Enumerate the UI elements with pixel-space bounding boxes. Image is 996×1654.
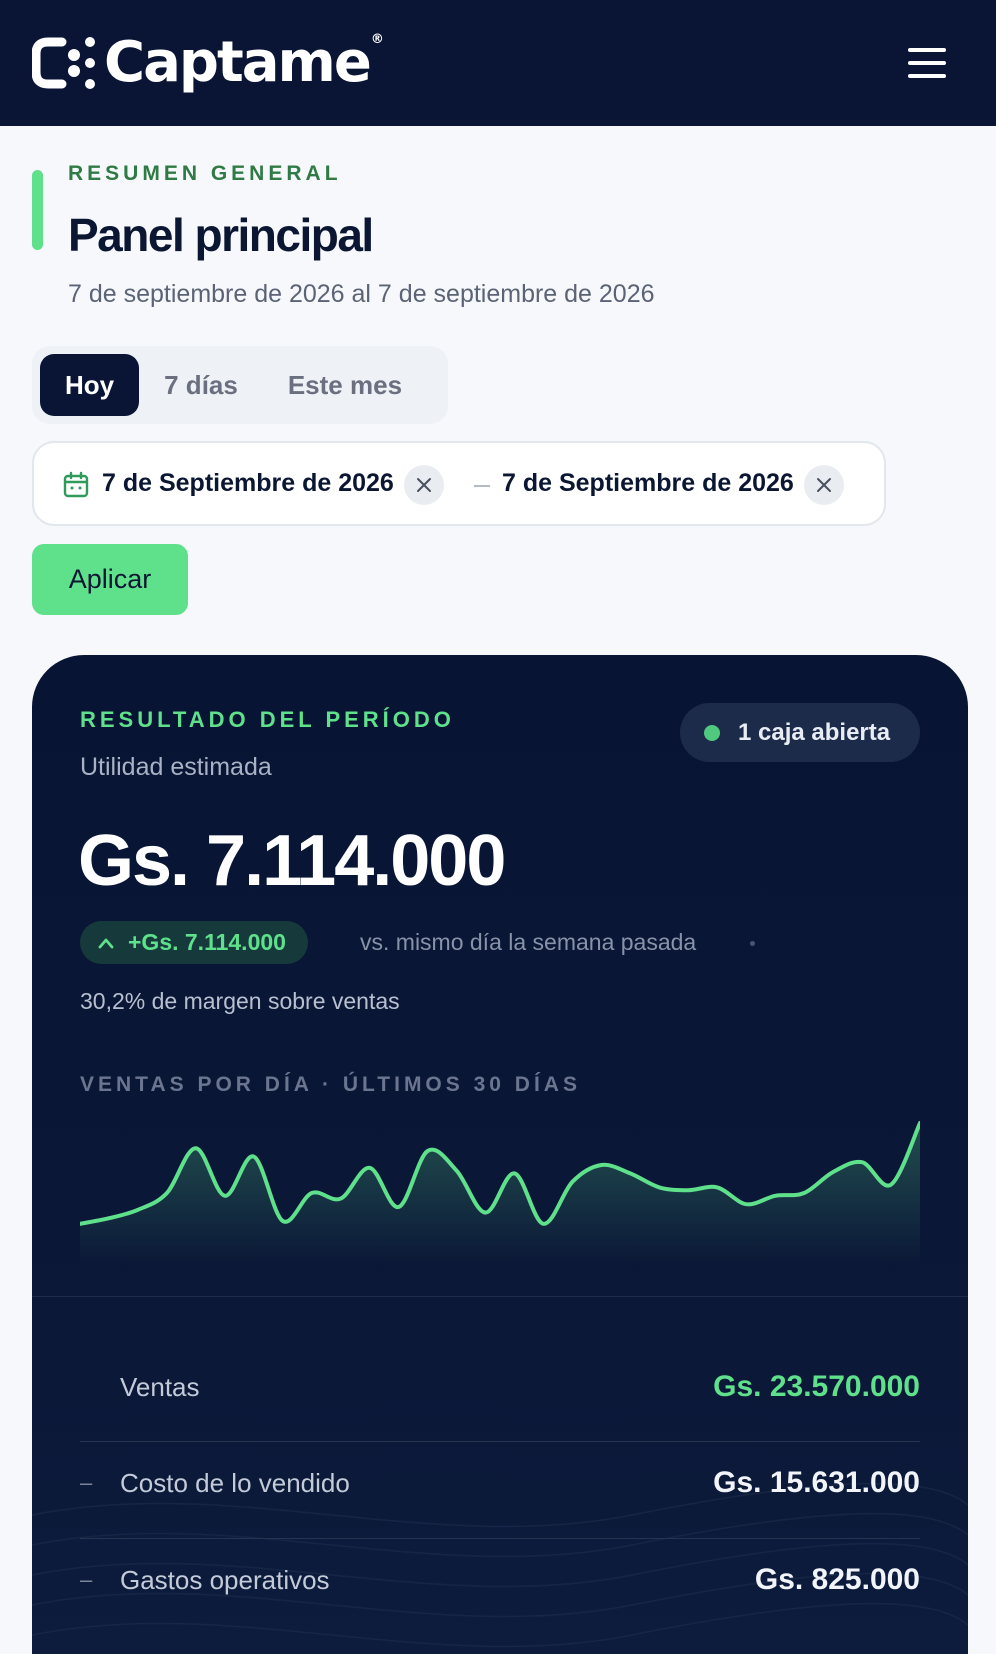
captame-logo-icon bbox=[32, 37, 95, 89]
chevron-up-icon bbox=[98, 938, 114, 948]
top-navbar: Captame ® bbox=[0, 0, 996, 126]
chart-title: VENTAS POR DÍA · ÚLTIMOS 30 DÍAS bbox=[80, 1073, 581, 1096]
tab-7-days[interactable]: 7 días bbox=[139, 354, 263, 416]
heading-accent-bar bbox=[32, 170, 43, 250]
status-dot-icon bbox=[704, 724, 720, 741]
delta-badge: +Gs. 7.114.000 bbox=[80, 921, 308, 964]
margin-text: 30,2% de margen sobre ventas bbox=[80, 988, 400, 1014]
minus-sign-icon: – bbox=[80, 1567, 93, 1592]
section-eyebrow: RESUMEN GENERAL bbox=[68, 162, 342, 185]
card-divider bbox=[32, 1296, 968, 1297]
apply-button[interactable]: Aplicar bbox=[32, 544, 188, 615]
page-title: Panel principal bbox=[68, 209, 374, 261]
date-range-picker[interactable]: 7 de Septiembre de 2026 7 de Septiembre … bbox=[32, 441, 886, 526]
estimated-profit-value: Gs. 7.114.000 bbox=[78, 821, 506, 901]
row-label: Ventas bbox=[120, 1371, 200, 1402]
tab-this-month[interactable]: Este mes bbox=[263, 354, 427, 416]
open-register-label: 1 caja abierta bbox=[738, 718, 891, 746]
end-date-input[interactable]: 7 de Septiembre de 2026 bbox=[502, 469, 798, 498]
period-tabs: Hoy 7 días Este mes bbox=[32, 346, 448, 424]
minus-sign-icon: – bbox=[80, 1470, 93, 1495]
row-value: Gs. 23.570.000 bbox=[713, 1370, 920, 1403]
comparison-text: vs. mismo día la semana pasada bbox=[360, 929, 697, 955]
row-value: Gs. 15.631.000 bbox=[713, 1466, 920, 1499]
registered-mark: ® bbox=[370, 32, 384, 47]
card-subtitle: Utilidad estimada bbox=[80, 753, 272, 781]
captame-logo[interactable]: Captame ® bbox=[32, 30, 384, 95]
open-register-badge[interactable]: 1 caja abierta bbox=[680, 703, 920, 762]
logo-wordmark: Captame ® bbox=[104, 30, 384, 95]
start-date-input[interactable]: 7 de Septiembre de 2026 bbox=[102, 469, 398, 498]
summary-row-cogs: – Costo de lo vendido Gs. 15.631.000 bbox=[80, 1435, 920, 1531]
clear-end-date-icon[interactable] bbox=[804, 465, 844, 505]
tab-today[interactable]: Hoy bbox=[40, 354, 140, 416]
info-dot-icon bbox=[750, 941, 755, 946]
daily-sales-sparkline bbox=[80, 1121, 920, 1265]
hamburger-menu-icon[interactable] bbox=[908, 48, 946, 78]
card-eyebrow: RESULTADO DEL PERÍODO bbox=[80, 707, 455, 732]
date-range-text: 7 de septiembre de 2026 al 7 de septiemb… bbox=[68, 280, 655, 308]
range-separator bbox=[474, 485, 490, 487]
period-result-card: RESULTADO DEL PERÍODO Utilidad estimada … bbox=[32, 655, 968, 1654]
summary-row-opex: – Gastos operativos Gs. 825.000 bbox=[80, 1532, 920, 1628]
delta-value: +Gs. 7.114.000 bbox=[128, 929, 286, 955]
calendar-icon bbox=[63, 471, 89, 498]
row-value: Gs. 825.000 bbox=[754, 1563, 920, 1596]
row-label: Costo de lo vendido bbox=[120, 1467, 350, 1498]
clear-start-date-icon[interactable] bbox=[404, 465, 444, 505]
summary-row-sales: Ventas Gs. 23.570.000 bbox=[80, 1339, 920, 1435]
row-label: Gastos operativos bbox=[120, 1564, 330, 1595]
